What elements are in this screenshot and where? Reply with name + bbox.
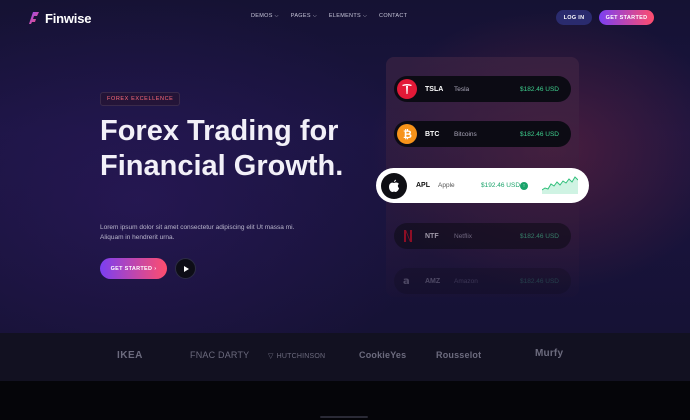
- stock-price: $192.46 USD: [481, 182, 521, 189]
- menu-item-label: PAGES: [290, 13, 311, 19]
- menu-item-pages[interactable]: PAGES ⌵: [291, 13, 317, 19]
- hero-headline: Forex Trading for Financial Growth.: [100, 115, 344, 182]
- stock-row-ntf[interactable]: NTF Netflix $182.46 USD: [394, 223, 571, 249]
- stock-ticker: TSLA: [425, 85, 444, 93]
- main-menu: DEMOS ⌵ PAGES ⌵ ELEMENTS ⌵ CONTACT: [251, 13, 407, 19]
- menu-item-contact[interactable]: CONTACT: [379, 13, 407, 19]
- stock-price: $182.46 USD: [519, 232, 559, 240]
- hero-badge: FOREX EXCELLENCE: [100, 92, 181, 106]
- trend-up-badge-icon: ↑: [520, 181, 528, 190]
- partner-logo-text: HUTCHINSON: [276, 353, 326, 360]
- play-video-button[interactable]: [175, 258, 196, 279]
- menu-item-label: ELEMENTS: [328, 13, 361, 19]
- footer-dark-band: [0, 381, 690, 420]
- amazon-icon: a: [397, 271, 417, 291]
- stock-ticker: APL: [416, 182, 430, 189]
- stock-name: Amazon: [454, 277, 478, 285]
- bitcoin-icon: ₿: [397, 124, 417, 144]
- stock-row-btc[interactable]: ₿ BTC Bitcoins $182.46 USD: [394, 121, 571, 147]
- stock-name: Netflix: [454, 232, 473, 240]
- sparkline-chart: [542, 176, 578, 194]
- stock-row-apl[interactable]: APL Apple $192.46 USD ↑: [376, 168, 589, 203]
- stock-name: Tesla: [454, 85, 470, 93]
- stock-name: Bitcoins: [454, 130, 477, 138]
- menu-item-label: CONTACT: [379, 13, 408, 19]
- arrow-right-icon: ›: [154, 265, 157, 272]
- partner-logo-rousselot: Rousselot: [436, 350, 482, 360]
- hutchinson-mark-icon: ▽: [268, 353, 274, 360]
- brand-logo[interactable]: Finwise: [28, 11, 91, 26]
- stock-price: $182.46 USD: [519, 130, 559, 138]
- login-button[interactable]: LOG IN: [556, 10, 592, 25]
- finwise-logo-icon: [28, 11, 40, 25]
- chevron-down-icon: ⌵: [362, 13, 368, 19]
- svg-text:a: a: [403, 276, 410, 287]
- partner-logo-ikea: IKEA: [117, 350, 143, 361]
- play-icon: [182, 260, 190, 278]
- stock-ticker: AMZ: [425, 277, 441, 285]
- stock-row-amz[interactable]: a AMZ Amazon $182.46 USD: [394, 268, 571, 294]
- apple-icon: [381, 172, 407, 199]
- chevron-down-icon: ⌵: [274, 13, 279, 19]
- netflix-icon: [397, 226, 417, 246]
- stock-ticker: BTC: [425, 130, 440, 138]
- partner-logo-fnac-darty: FNAC DARTY: [190, 350, 250, 360]
- chevron-down-icon: ⌵: [312, 13, 317, 19]
- partner-logo-hutchinson: ▽ HUTCHINSON: [268, 352, 325, 360]
- scroll-indicator: [320, 416, 368, 418]
- menu-item-demos[interactable]: DEMOS ⌵: [251, 13, 279, 19]
- tesla-icon: [397, 79, 417, 99]
- hero-description: Lorem ipsum dolor sit amet consectetur a…: [100, 224, 295, 241]
- partner-logo-murfy: Murfy: [535, 348, 564, 359]
- partner-logo-cookieyes: CookieYes: [359, 350, 407, 360]
- stock-price: $182.46 USD: [519, 277, 559, 285]
- stock-row-tsla[interactable]: TSLA Tesla $182.46 USD: [394, 76, 571, 102]
- svg-text:₿: ₿: [403, 128, 412, 140]
- stock-name: Apple: [438, 182, 455, 189]
- stock-price: $182.46 USD: [519, 85, 559, 93]
- stock-ticker: NTF: [425, 232, 439, 240]
- button-label: GET STARTED: [110, 265, 153, 272]
- menu-item-elements[interactable]: ELEMENTS ⌵: [329, 13, 367, 19]
- brand-name: Finwise: [45, 10, 92, 26]
- partner-logos-strip: [0, 333, 690, 381]
- get-started-hero-button[interactable]: GET STARTED ›: [100, 258, 167, 279]
- menu-item-label: DEMOS: [251, 13, 273, 19]
- get-started-nav-button[interactable]: GET STARTED: [599, 10, 654, 25]
